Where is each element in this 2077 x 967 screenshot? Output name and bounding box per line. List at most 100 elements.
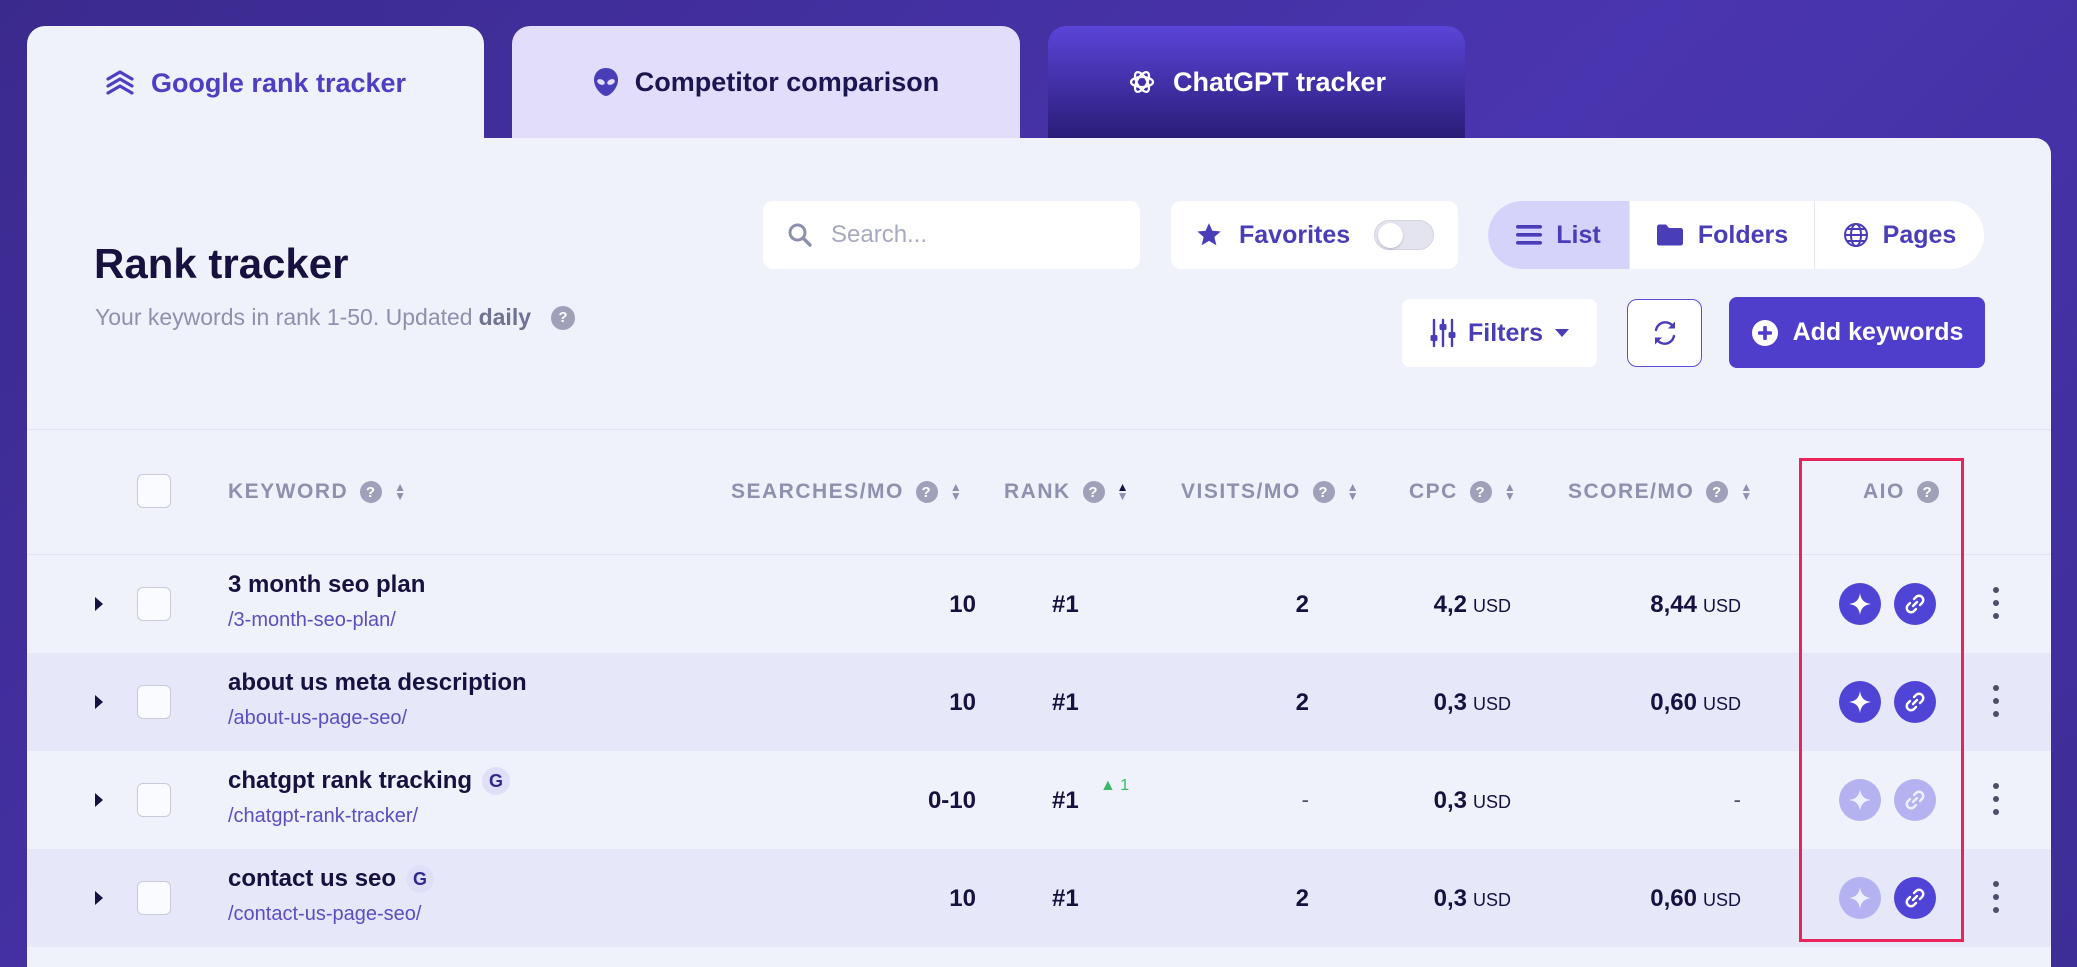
cpc-amount: 0,3 — [1433, 787, 1467, 814]
sort-icon[interactable]: ▲ ▼ — [394, 481, 406, 502]
currency-unit: USD — [1472, 890, 1511, 910]
select-all-checkbox[interactable] — [137, 474, 171, 508]
refresh-button[interactable] — [1627, 299, 1702, 367]
keyword-url-link[interactable]: /3-month-seo-plan/ — [228, 609, 396, 632]
refresh-icon — [1654, 321, 1675, 345]
visits-value: - — [1301, 787, 1309, 812]
rank-text: #1 — [1052, 591, 1079, 618]
arrow-up-icon: ▲ — [1100, 777, 1116, 794]
expand-row-icon[interactable] — [95, 695, 103, 709]
currency-unit: USD — [1472, 792, 1511, 812]
row-menu-icon[interactable] — [1993, 587, 1999, 619]
cpc-amount: 0,3 — [1433, 689, 1467, 716]
view-switcher: List Folders Pages — [1488, 201, 1984, 269]
visits-value: 2 — [1295, 885, 1309, 912]
stack-layers-icon — [106, 70, 134, 95]
help-icon[interactable]: ? — [551, 305, 576, 330]
column-header-cpc[interactable]: CPC ? ▲ ▼ — [1409, 478, 1516, 506]
score-value: - — [1733, 787, 1741, 812]
keyword-cell: about us meta description — [228, 669, 527, 697]
caret-down-icon — [1555, 328, 1570, 337]
sort-ascending-icon[interactable]: ▲ ▼ — [1117, 481, 1129, 502]
keyword-url-link[interactable]: /chatgpt-rank-tracker/ — [228, 805, 418, 828]
table-row[interactable]: contact us seo G /contact-us-page-seo/ 1… — [27, 849, 2051, 947]
searches-value: 10 — [949, 689, 976, 716]
expand-row-icon[interactable] — [95, 891, 103, 905]
favorites-filter[interactable]: Favorites — [1171, 201, 1458, 269]
expand-row-icon[interactable] — [95, 793, 103, 807]
tab-label: Google rank tracker — [150, 67, 407, 98]
row-checkbox[interactable] — [137, 587, 171, 621]
tab-competitor-comparison[interactable]: Competitor comparison — [512, 26, 1020, 138]
page-title: Rank tracker — [94, 240, 349, 287]
currency-unit: USD — [1702, 890, 1741, 910]
tab-google-rank-tracker[interactable]: Google rank tracker — [27, 26, 484, 140]
add-keywords-label: Add keywords — [1792, 318, 1964, 346]
table-row[interactable]: chatgpt rank tracking G /chatgpt-rank-tr… — [27, 751, 2051, 849]
help-icon[interactable]: ? — [360, 481, 383, 503]
sliders-icon — [1430, 318, 1456, 348]
row-menu-icon[interactable] — [1993, 685, 1999, 717]
filters-button[interactable]: Filters — [1402, 299, 1597, 367]
tab-chatgpt-tracker[interactable]: ChatGPT tracker — [1048, 26, 1465, 138]
rank-change: ▲ 1 — [1100, 777, 1129, 795]
sort-icon[interactable]: ▲ ▼ — [1504, 481, 1516, 502]
keyword-url-link[interactable]: /contact-us-page-seo/ — [228, 903, 421, 926]
row-menu-icon[interactable] — [1993, 881, 1999, 913]
help-icon[interactable]: ? — [1469, 481, 1492, 503]
openai-logo-icon — [1129, 71, 1155, 93]
rank-value: #1 ▲ 1 — [1052, 777, 1129, 815]
help-icon[interactable]: ? — [1706, 481, 1729, 503]
help-icon[interactable]: ? — [1082, 481, 1105, 503]
column-header-rank[interactable]: RANK ? ▲ ▼ — [1004, 478, 1129, 506]
rank-value: #1 — [1052, 591, 1079, 619]
row-menu-icon[interactable] — [1993, 783, 1999, 815]
expand-row-icon[interactable] — [95, 597, 103, 611]
view-label: Pages — [1882, 220, 1957, 249]
divider — [27, 429, 2051, 430]
add-keywords-button[interactable]: Add keywords — [1729, 297, 1985, 368]
column-header-visits[interactable]: VISITS/MO ? ▲ ▼ — [1181, 478, 1359, 506]
sort-icon[interactable]: ▲ ▼ — [950, 481, 962, 502]
keyword-text: chatgpt rank tracking — [228, 767, 473, 794]
view-label: List — [1556, 220, 1601, 249]
favorites-toggle[interactable] — [1374, 220, 1434, 250]
score-amount: 0,60 — [1650, 885, 1697, 912]
help-icon[interactable]: ? — [915, 481, 938, 503]
visits-value: 2 — [1295, 689, 1309, 716]
row-checkbox[interactable] — [137, 685, 171, 719]
globe-icon — [1843, 223, 1868, 247]
sort-icon[interactable]: ▲ ▼ — [1740, 481, 1752, 502]
column-header-searches[interactable]: SEARCHES/MO ? ▲ ▼ — [731, 478, 962, 506]
rank-text: #1 — [1052, 885, 1079, 912]
score-amount: 8,44 — [1650, 591, 1697, 618]
update-frequency: daily — [478, 304, 532, 330]
plus-circle-icon — [1751, 319, 1778, 346]
view-list-button[interactable]: List — [1488, 201, 1630, 269]
view-pages-button[interactable]: Pages — [1815, 201, 1984, 269]
search-input[interactable] — [831, 221, 1111, 249]
column-header-score[interactable]: SCORE/MO ? ▲ ▼ — [1568, 478, 1752, 506]
keyword-cell: 3 month seo plan — [228, 571, 425, 599]
keyword-url-link[interactable]: /about-us-page-seo/ — [228, 707, 407, 730]
row-checkbox[interactable] — [137, 783, 171, 817]
column-header-keyword[interactable]: KEYWORD ? ▲ ▼ — [228, 478, 406, 506]
table-row[interactable]: about us meta description /about-us-page… — [27, 653, 2051, 751]
favorites-label: Favorites — [1239, 220, 1351, 249]
cpc-amount: 0,3 — [1433, 885, 1467, 912]
search-icon — [788, 223, 812, 247]
rank-text: #1 — [1052, 787, 1079, 814]
view-folders-button[interactable]: Folders — [1630, 201, 1815, 269]
page-subtitle: Your keywords in rank 1-50. Updated dail… — [95, 304, 576, 331]
sort-icon[interactable]: ▲ ▼ — [1347, 481, 1359, 502]
table-row[interactable]: 3 month seo plan /3-month-seo-plan/ 10 #… — [27, 555, 2051, 653]
row-checkbox[interactable] — [137, 881, 171, 915]
column-label: CPC — [1409, 480, 1458, 503]
cpc-value: 0,3 USD — [1434, 885, 1511, 913]
column-label: SEARCHES/MO — [731, 480, 904, 503]
help-icon[interactable]: ? — [1312, 481, 1335, 503]
keyword-text: about us meta description — [228, 669, 527, 696]
tab-label: Competitor comparison — [634, 66, 940, 97]
alien-head-icon — [593, 68, 618, 96]
view-label: Folders — [1697, 220, 1789, 249]
